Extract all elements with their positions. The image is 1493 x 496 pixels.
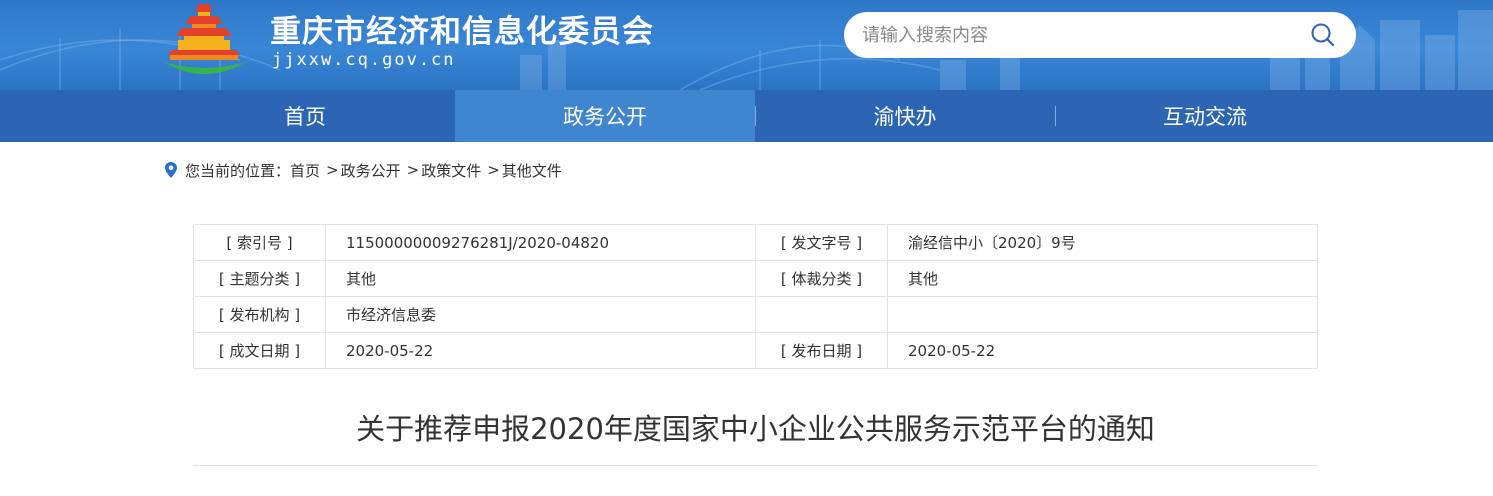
breadcrumb-home[interactable]: 首页 [290,160,320,181]
breadcrumb-separator: > [406,161,420,179]
nav-item-yukuaiban[interactable]: 渝快办 [755,90,1055,142]
site-title: 重庆市经济和信息化委员会 [270,14,654,50]
index-number-value: 11500000009276281J/2020-04820 [325,224,756,261]
article-title: 关于推荐申报2020年度国家中小企业公共服务示范平台的通知 [356,412,1155,446]
publish-date-value: 2020-05-22 [887,332,1318,369]
search-input[interactable] [862,12,1282,58]
document-info-table: [ 索引号 ] 11500000009276281J/2020-04820 [ … [193,224,1318,369]
search-button[interactable] [1306,19,1340,51]
publisher-label: [ 发布机构 ] [193,296,326,333]
written-date-label: [ 成文日期 ] [193,332,326,369]
nav-item-home[interactable]: 首页 [155,90,455,142]
written-date-value: 2020-05-22 [325,332,756,369]
index-number-label: [ 索引号 ] [193,224,326,261]
main-nav: 首页 政务公开 渝快办 互动交流 [0,90,1493,142]
breadcrumb-other-documents[interactable]: 其他文件 [502,160,562,181]
genre-category-label: [ 体裁分类 ] [755,260,888,297]
empty-value-cell [887,296,1318,333]
topic-category-value: 其他 [325,260,756,297]
title-divider [193,465,1318,466]
site-domain: jjxxw.cq.gov.cn [272,50,456,70]
breadcrumb-policy-documents[interactable]: 政策文件 [421,160,481,181]
publisher-value: 市经济信息委 [325,296,756,333]
breadcrumb-government-affairs[interactable]: 政务公开 [341,160,401,181]
publish-date-label: [ 发布日期 ] [755,332,888,369]
nav-item-interaction[interactable]: 互动交流 [1055,90,1355,142]
table-row: [ 成文日期 ] 2020-05-22 [ 发布日期 ] 2020-05-22 [193,332,1318,369]
empty-label-cell [755,296,888,333]
genre-category-value: 其他 [887,260,1318,297]
site-header: 重庆市经济和信息化委员会 jjxxw.cq.gov.cn [0,0,1493,90]
document-number-label: [ 发文字号 ] [755,224,888,261]
document-number-value: 渝经信中小〔2020〕9号 [887,224,1318,261]
table-row: [ 发布机构 ] 市经济信息委 [193,296,1318,333]
topic-category-label: [ 主题分类 ] [193,260,326,297]
search-box [844,12,1356,58]
breadcrumb: 您当前的位置： 首页 > 政务公开 > 政策文件 > 其他文件 [164,158,562,182]
site-logo [164,4,246,74]
location-pin-icon [164,161,178,179]
table-row: [ 主题分类 ] 其他 [ 体裁分类 ] 其他 [193,260,1318,297]
breadcrumb-prefix: 您当前的位置： [185,161,291,180]
breadcrumb-separator: > [326,161,339,179]
search-icon [1311,23,1335,47]
breadcrumb-separator: > [487,161,500,179]
table-row: [ 索引号 ] 11500000009276281J/2020-04820 [ … [193,224,1318,261]
nav-item-government-affairs[interactable]: 政务公开 [455,90,755,142]
